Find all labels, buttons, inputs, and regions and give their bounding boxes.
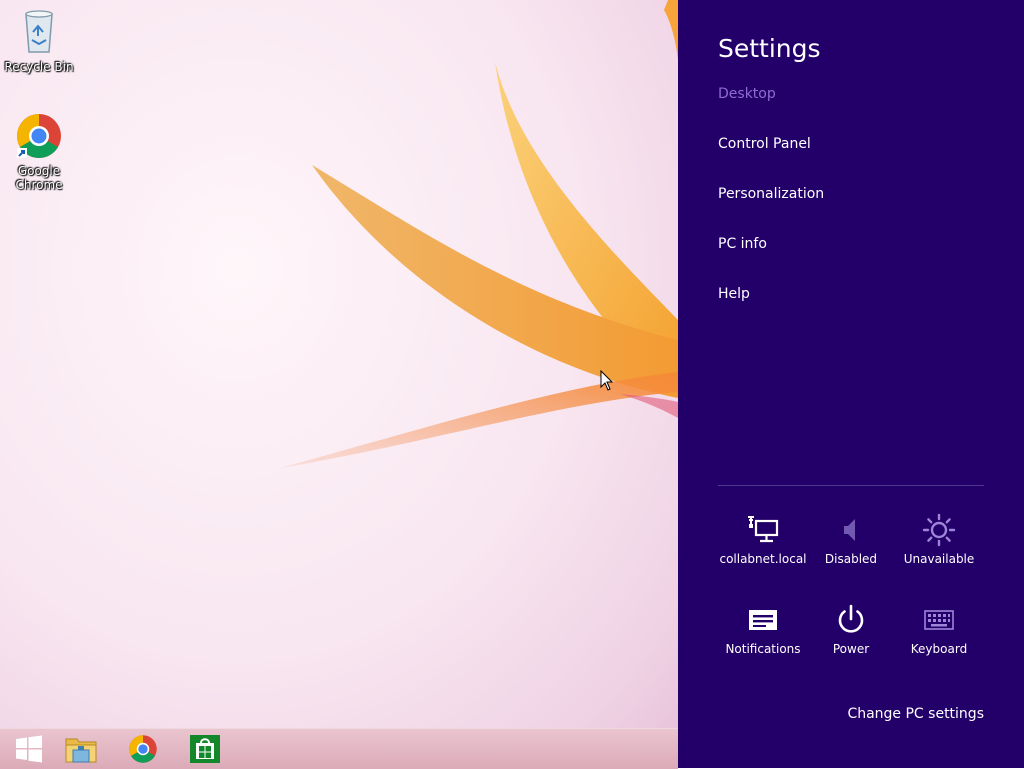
start-button[interactable]	[0, 729, 58, 769]
recycle-bin-label: Recycle Bin	[4, 60, 74, 74]
brightness-icon	[922, 513, 956, 547]
power-tile[interactable]: Power	[807, 603, 895, 667]
menu-item-pc-info[interactable]: PC info	[718, 236, 767, 252]
menu-item-personalization[interactable]: Personalization	[718, 186, 824, 202]
recycle-bin-icon	[25, 10, 53, 53]
menu-item-control-panel[interactable]: Control Panel	[718, 136, 811, 152]
power-icon	[838, 604, 864, 633]
desktop: Recycle Bin Google Chrome	[0, 0, 678, 768]
volume-label: Disabled	[824, 552, 878, 566]
taskbar	[0, 728, 678, 769]
brightness-label: Unavailable	[903, 552, 975, 566]
volume-tile[interactable]: Disabled	[807, 513, 895, 577]
google-chrome-desktop-icon[interactable]: Google Chrome	[1, 112, 77, 192]
settings-title: Settings	[718, 34, 821, 63]
change-pc-settings-link[interactable]: Change PC settings	[847, 706, 984, 722]
settings-charm-panel: Settings Desktop Control Panel Personali…	[678, 0, 1024, 768]
store-taskbar-button[interactable]	[176, 729, 234, 769]
chrome-icon	[129, 735, 157, 763]
chrome-icon	[17, 114, 61, 158]
keyboard-label: Keyboard	[910, 642, 968, 656]
windows-start-icon	[16, 735, 42, 763]
power-label: Power	[832, 642, 870, 656]
network-icon	[748, 516, 779, 543]
notifications-label: Notifications	[725, 642, 801, 656]
settings-context-label: Desktop	[718, 86, 776, 102]
keyboard-icon	[924, 610, 954, 630]
volume-icon	[844, 519, 855, 541]
file-explorer-icon	[65, 738, 97, 763]
chrome-taskbar-button[interactable]	[114, 729, 172, 769]
brightness-tile[interactable]: Unavailable	[895, 513, 983, 577]
network-tile[interactable]: collabnet.local	[719, 513, 807, 577]
google-chrome-label: Google Chrome	[15, 164, 63, 192]
flower-wallpaper	[280, 0, 678, 468]
recycle-bin-desktop-icon[interactable]: Recycle Bin	[1, 6, 77, 74]
file-explorer-taskbar-button[interactable]	[52, 729, 110, 769]
notifications-tile[interactable]: Notifications	[719, 603, 807, 667]
keyboard-tile[interactable]: Keyboard	[895, 603, 983, 667]
divider	[718, 485, 984, 486]
mouse-cursor-icon	[600, 370, 614, 391]
notifications-icon	[749, 610, 777, 630]
network-label: collabnet.local	[719, 552, 807, 566]
menu-item-help[interactable]: Help	[718, 286, 750, 302]
store-icon	[190, 735, 220, 763]
